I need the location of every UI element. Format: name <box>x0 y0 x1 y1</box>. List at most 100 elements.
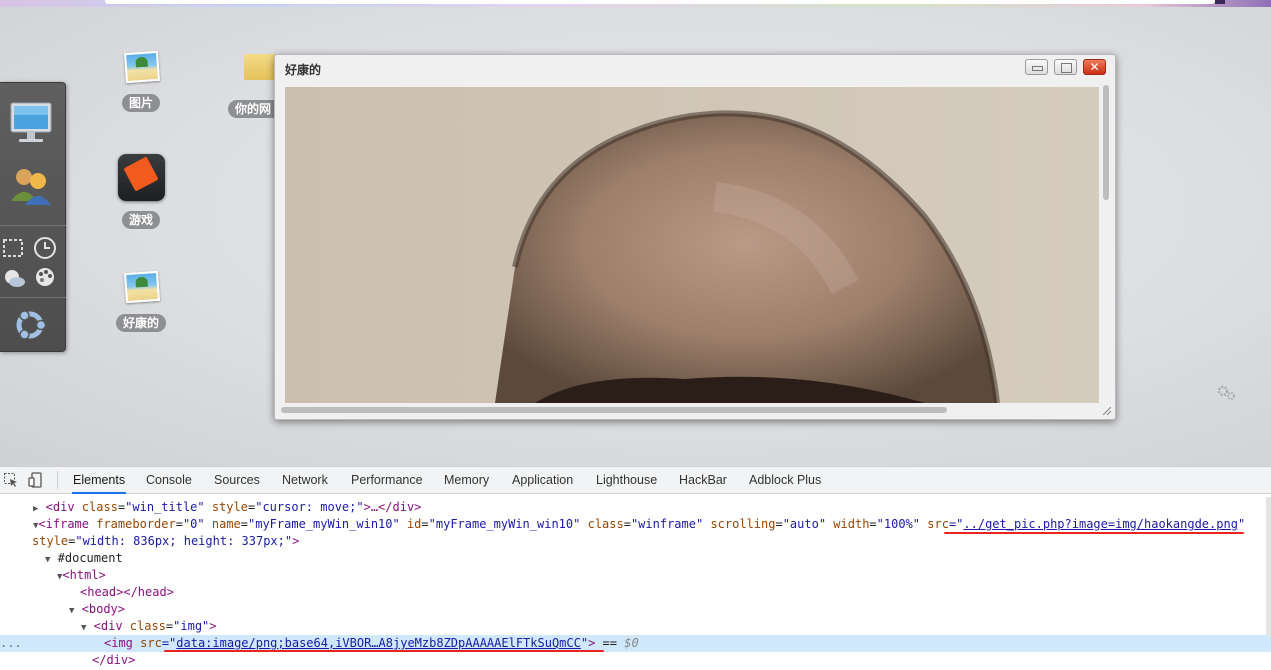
desktop-icon-games[interactable]: 游戏 <box>86 154 196 229</box>
resize-grip[interactable] <box>1103 407 1111 415</box>
console-ref-var: $0 <box>624 636 639 650</box>
devtools-panel: Elements Console Sources Network Perform… <box>0 466 1271 670</box>
attr-name: scrolling <box>710 517 776 531</box>
tab-network[interactable]: Network <box>282 467 328 494</box>
gutter-ellipsis[interactable]: ... <box>0 635 22 652</box>
desktop-icon-pictures[interactable]: 图片 <box>86 48 196 112</box>
tab-hackbar[interactable]: HackBar <box>679 467 727 494</box>
attr-value: "0" <box>182 517 205 531</box>
attr-quote: " <box>1237 517 1246 531</box>
tag-close: > <box>209 619 217 633</box>
tree-node-div-img[interactable]: ▼ <div class="img"> <box>0 618 1271 635</box>
photo-image <box>285 87 1099 403</box>
collapse-triangle-icon[interactable]: ▼ <box>81 623 86 633</box>
tree-node-win-title[interactable]: ▶ <div class="win_title" style="cursor: … <box>0 499 1271 516</box>
scrollbar-thumb[interactable] <box>281 407 947 413</box>
desktop-icon-label: 图片 <box>121 94 160 112</box>
tree-node-document[interactable]: ▼ #document <box>0 550 1271 567</box>
attr-name: class <box>81 500 118 514</box>
tree-node-iframe[interactable]: ▼<iframe frameborder="0" name="myFrame_m… <box>0 516 1271 533</box>
devtools-tabbar: Elements Console Sources Network Perform… <box>0 467 1271 494</box>
collapse-triangle-icon[interactable]: ▼ <box>69 606 74 616</box>
attr-value: "myFrame_myWin_win10" <box>428 517 581 531</box>
document-node: #document <box>57 551 123 565</box>
minimize-button[interactable] <box>1025 59 1048 75</box>
attr-value: "win_title" <box>125 500 205 514</box>
screenshot-icon[interactable] <box>2 237 24 259</box>
desktop: 图片 游戏 好康的 你的网 好康的 ✕ <box>0 0 1271 466</box>
red-annotation-underline <box>164 650 604 652</box>
attr-name: src <box>927 517 949 531</box>
top-bar-indicator <box>1215 0 1225 4</box>
desktop-icon-haokangde[interactable]: 好康的 <box>86 268 196 332</box>
maximize-button[interactable] <box>1054 59 1077 75</box>
tag-close: >…</div> <box>363 500 422 514</box>
tag-name: <iframe <box>38 517 97 531</box>
tab-sources[interactable]: Sources <box>214 467 260 494</box>
window-title[interactable]: 好康的 <box>285 61 321 78</box>
tree-node-iframe-style[interactable]: style="width: 836px; height: 337px;"> <box>0 533 1271 550</box>
attr-value: "myFrame_myWin_win10" <box>248 517 400 531</box>
desktop-icon-label: 游戏 <box>121 211 160 229</box>
console-ref-eq: == <box>595 636 625 650</box>
elements-tree: ▶ <div class="win_title" style="cursor: … <box>0 495 1271 670</box>
attr-name: src <box>140 636 162 650</box>
attr-name: style <box>211 500 248 514</box>
game-icon <box>117 154 165 201</box>
weather-icon[interactable] <box>2 267 26 289</box>
tag-name: <body> <box>81 602 126 616</box>
ubuntu-icon[interactable] <box>10 305 50 345</box>
attr-value: "cursor: move;" <box>255 500 364 514</box>
users-icon[interactable] <box>8 165 54 209</box>
attr-value: "img" <box>173 619 210 633</box>
close-button[interactable]: ✕ <box>1083 59 1106 75</box>
attr-value: "width: 836px; height: 337px;" <box>75 534 293 548</box>
top-wallpaper-strip <box>0 0 1271 7</box>
tab-memory[interactable]: Memory <box>444 467 489 494</box>
attr-name: width <box>833 517 870 531</box>
inspect-element-icon[interactable] <box>3 472 19 488</box>
device-toggle-icon[interactable] <box>28 472 44 488</box>
attr-quote: =" <box>948 517 964 531</box>
folder-icon[interactable] <box>244 54 278 80</box>
tag-close: > <box>292 534 300 548</box>
tabbar-divider <box>57 471 58 489</box>
tag-name: <html> <box>62 568 106 582</box>
dock-separator <box>0 225 66 226</box>
tab-lighthouse[interactable]: Lighthouse <box>596 467 657 494</box>
tab-performance[interactable]: Performance <box>351 467 423 494</box>
top-bar <box>105 0 1215 4</box>
tag-name: <div <box>93 619 130 633</box>
red-annotation-underline <box>944 532 1244 534</box>
iframe-src-link[interactable]: ../get_pic.php?image=img/haokangde.png <box>963 517 1238 531</box>
desktop-icon-partial[interactable]: 你的网 <box>228 100 276 118</box>
devtools-scrollbar[interactable] <box>1266 497 1271 637</box>
tab-console[interactable]: Console <box>146 467 192 494</box>
app-window: 好康的 ✕ <box>274 54 1116 420</box>
collapse-triangle-icon[interactable]: ▼ <box>45 555 50 565</box>
palette-icon[interactable] <box>34 266 56 288</box>
settings-gear-icon[interactable] <box>1216 384 1238 402</box>
tab-adblock-plus[interactable]: Adblock Plus <box>749 467 821 494</box>
tag-name: <img <box>104 636 141 650</box>
dock-separator <box>0 297 66 298</box>
tab-elements[interactable]: Elements <box>72 467 127 494</box>
tree-node-body[interactable]: ▼ <body> <box>0 601 1271 618</box>
tree-node-html[interactable]: ▼<html> <box>0 567 1271 584</box>
vertical-scrollbar[interactable] <box>1101 83 1111 411</box>
tab-application[interactable]: Application <box>512 467 573 494</box>
tree-node-div-close[interactable]: </div> <box>0 652 1271 669</box>
tag-name: <div <box>45 500 82 514</box>
tag-name: </div> <box>92 653 136 667</box>
desktop-icon-label: 你的网 <box>228 100 276 118</box>
attr-name: style <box>32 534 69 548</box>
scrollbar-thumb[interactable] <box>1103 85 1109 200</box>
attr-value: "100%" <box>876 517 921 531</box>
computer-icon[interactable] <box>8 101 54 145</box>
horizontal-scrollbar[interactable] <box>279 405 1099 415</box>
img-src-data-link[interactable]: data:image/png;base64,iVBOR…A8jyeMzb8ZDp… <box>176 636 581 650</box>
expand-triangle-icon[interactable]: ▶ <box>33 504 38 514</box>
clock-icon[interactable] <box>33 236 57 260</box>
tree-node-head[interactable]: <head></head> <box>0 584 1271 601</box>
image-icon <box>121 268 161 308</box>
